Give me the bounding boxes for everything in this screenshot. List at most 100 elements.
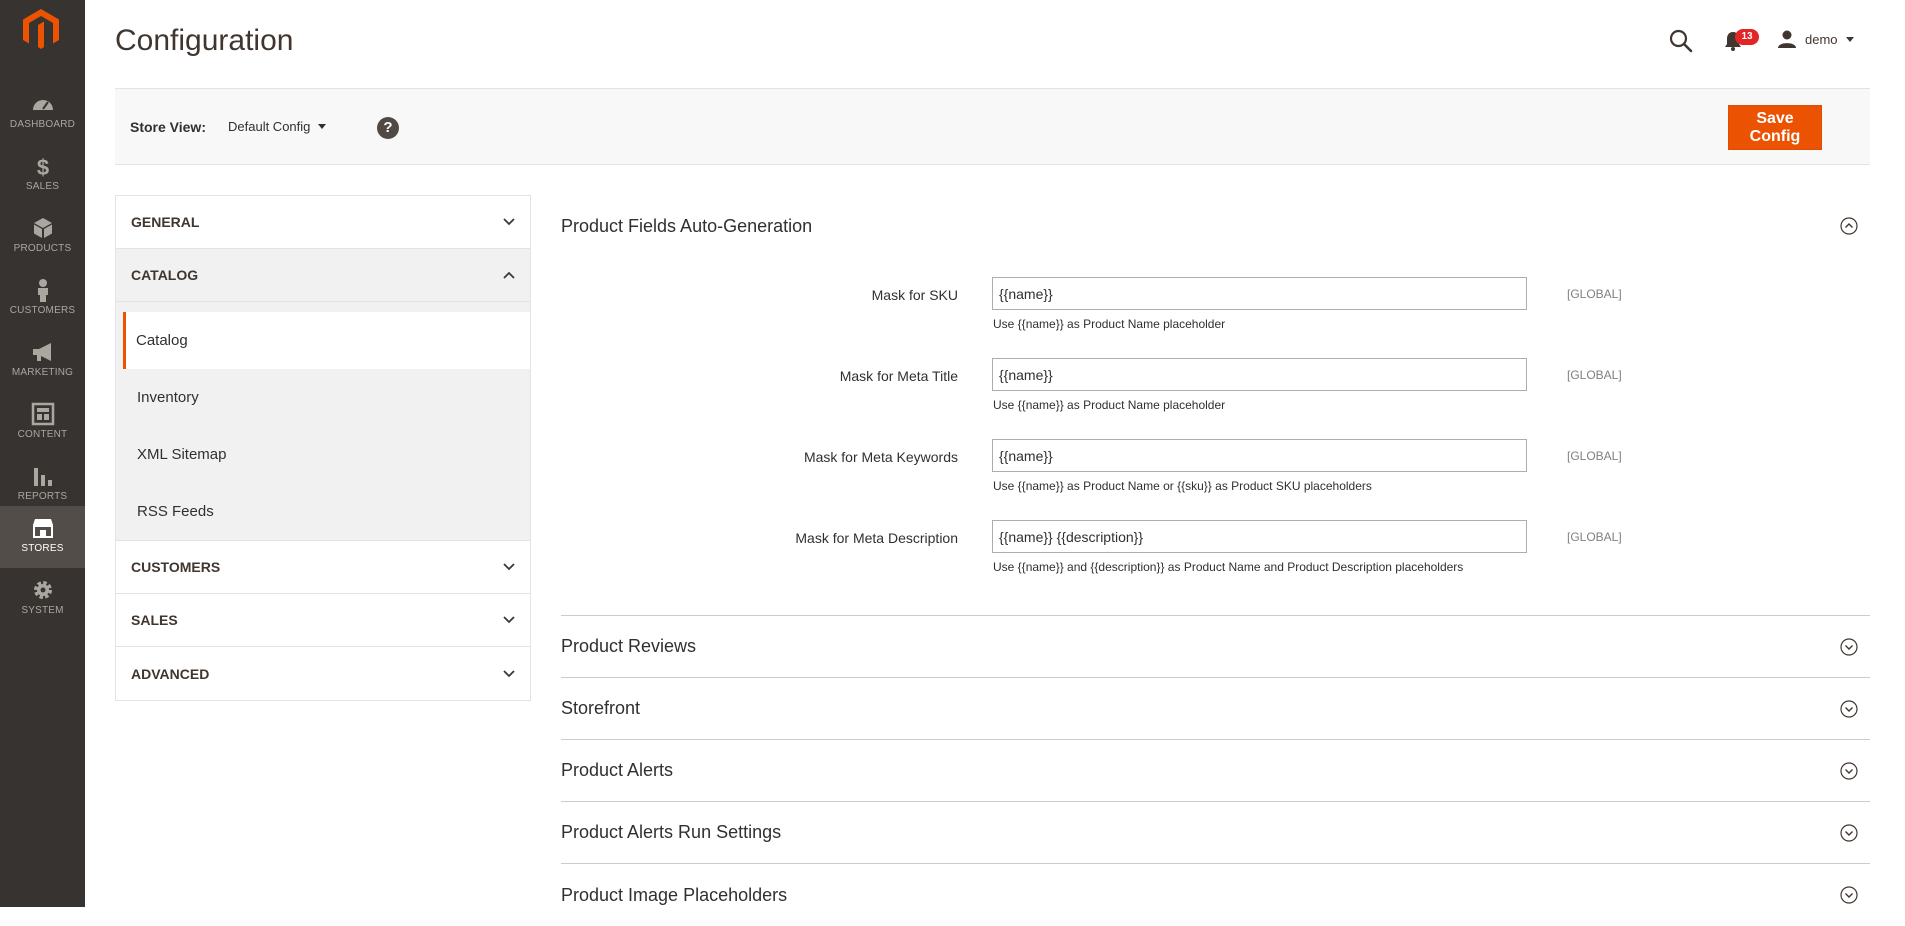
megaphone-icon	[32, 343, 51, 361]
page-title: Configuration	[115, 24, 294, 57]
nav-item-products[interactable]: PRODUCTS	[0, 206, 85, 268]
mask-sku-input[interactable]	[992, 277, 1527, 310]
scope-label: [GLOBAL]	[1567, 530, 1622, 544]
nav-label: SYSTEM	[21, 605, 64, 616]
field-mask-meta-description: Mask for Meta Description Use {{name}} a…	[561, 520, 1870, 601]
section-fields: Mask for SKU Use {{name}} as Product Nam…	[561, 257, 1870, 616]
tab-label: CATALOG	[131, 267, 199, 283]
scope-label: [GLOBAL]	[1567, 449, 1622, 463]
catalog-subitems: Catalog Inventory XML Sitemap RSS Feeds	[116, 302, 530, 541]
tab-label: ADVANCED	[131, 665, 210, 682]
field-label: Mask for Meta Description	[795, 530, 958, 546]
section-product-image-placeholders[interactable]: Product Image Placeholders	[561, 864, 1870, 926]
notification-badge[interactable]: 13	[1735, 29, 1759, 45]
config-content: Product Fields Auto-Generation Mask for …	[561, 195, 1870, 926]
chevron-down-icon	[318, 124, 327, 129]
nav-label: CUSTOMERS	[9, 305, 76, 316]
tab-advanced[interactable]: ADVANCED	[116, 647, 530, 700]
field-label: Mask for Meta Title	[839, 368, 958, 384]
field-note: Use {{name}} as Product Name placeholder	[993, 398, 1226, 412]
section-title: Product Image Placeholders	[561, 884, 788, 905]
expand-icon	[1840, 886, 1858, 904]
nav-label: REPORTS	[17, 491, 68, 502]
magento-logo-icon[interactable]	[20, 7, 62, 51]
expand-icon	[1840, 761, 1858, 780]
field-note: Use {{name}} as Product Name placeholder	[993, 317, 1226, 331]
section-title: Product Reviews	[561, 636, 697, 656]
tab-sales[interactable]: SALES	[116, 594, 530, 647]
chevron-down-icon	[1845, 36, 1854, 42]
layout-icon	[31, 402, 54, 426]
store-view-value: Default Config	[228, 119, 311, 134]
tab-catalog[interactable]: CATALOG	[116, 249, 530, 302]
section-product-fields-auto-generation[interactable]: Product Fields Auto-Generation	[561, 195, 1870, 257]
mask-meta-keywords-input[interactable]	[992, 439, 1527, 472]
help-icon[interactable]: ?	[377, 117, 399, 139]
section-title: Product Alerts Run Settings	[561, 822, 782, 842]
field-note: Use {{name}} and {{description}} as Prod…	[993, 560, 1464, 574]
bar-chart-icon	[33, 468, 52, 486]
tab-label: CUSTOMERS	[131, 559, 221, 575]
scope-label: [GLOBAL]	[1567, 287, 1622, 301]
field-mask-meta-title: Mask for Meta Title Use {{name}} as Prod…	[561, 358, 1870, 439]
nav-item-system[interactable]: SYSTEM	[0, 568, 85, 630]
save-config-button[interactable]: Save Config	[1728, 105, 1822, 150]
store-icon	[32, 519, 53, 538]
field-mask-sku: Mask for SKU Use {{name}} as Product Nam…	[561, 277, 1870, 358]
section-title: Product Fields Auto-Generation	[561, 215, 813, 236]
nav-label: MARKETING	[11, 367, 74, 378]
tab-label: SALES	[131, 612, 178, 628]
dollar-icon: $	[36, 155, 48, 178]
nav-item-sales[interactable]: $ SALES	[0, 144, 85, 206]
config-tabs: GENERAL CATALOG Catalog Inventory XML Si…	[115, 195, 531, 701]
section-product-alerts[interactable]: Product Alerts	[561, 740, 1870, 802]
store-view-switcher[interactable]: Default Config	[228, 119, 327, 134]
gear-icon	[33, 581, 52, 599]
search-icon[interactable]	[1668, 28, 1694, 54]
user-icon	[1778, 30, 1796, 48]
nav-item-customers[interactable]: CUSTOMERS	[0, 268, 85, 330]
admin-nav: DASHBOARD $ SALES PRODUCTS CUSTOMERS MAR…	[0, 0, 85, 907]
chevron-down-icon	[503, 616, 515, 624]
nav-label: STORES	[21, 543, 64, 554]
nav-label: CONTENT	[17, 429, 68, 440]
nav-label: PRODUCTS	[13, 243, 72, 254]
tab-item-catalog[interactable]: Catalog	[123, 312, 530, 369]
chevron-down-icon	[503, 218, 515, 226]
mask-meta-description-input[interactable]	[992, 520, 1527, 553]
svg-text:$: $	[36, 155, 48, 178]
mask-meta-title-input[interactable]	[992, 358, 1527, 391]
nav-label: DASHBOARD	[9, 119, 76, 130]
nav-label: SALES	[25, 181, 60, 192]
user-name: demo	[1805, 31, 1838, 47]
expand-icon	[1840, 637, 1858, 656]
expand-icon	[1840, 699, 1858, 718]
tab-customers[interactable]: CUSTOMERS	[116, 541, 530, 594]
field-label: Mask for Meta Keywords	[803, 449, 958, 465]
user-menu[interactable]: demo	[1777, 28, 1854, 50]
expand-icon	[1840, 823, 1858, 842]
chevron-down-icon	[503, 563, 515, 571]
section-product-alerts-run-settings[interactable]: Product Alerts Run Settings	[561, 802, 1870, 864]
box-icon	[33, 218, 52, 238]
tab-item-inventory[interactable]: Inventory	[116, 369, 530, 426]
store-view-label: Store View:	[130, 119, 206, 135]
section-title: Storefront	[561, 698, 641, 718]
chevron-down-icon	[503, 669, 515, 677]
person-icon	[37, 279, 48, 302]
nav-item-stores[interactable]: STORES	[0, 506, 85, 568]
nav-item-dashboard[interactable]: DASHBOARD	[0, 82, 85, 144]
store-view-bar: Store View: Default Config ? Save Config	[115, 88, 1870, 165]
nav-item-content[interactable]: CONTENT	[0, 392, 85, 454]
tab-label: GENERAL	[131, 214, 200, 230]
tab-item-xml-sitemap[interactable]: XML Sitemap	[116, 426, 530, 483]
field-label: Mask for SKU	[871, 287, 958, 303]
field-note: Use {{name}} as Product Name or {{sku}} …	[993, 479, 1372, 493]
section-product-reviews[interactable]: Product Reviews	[561, 616, 1870, 678]
field-mask-meta-keywords: Mask for Meta Keywords Use {{name}} as P…	[561, 439, 1870, 520]
tab-general[interactable]: GENERAL	[116, 196, 530, 249]
nav-item-marketing[interactable]: MARKETING	[0, 330, 85, 392]
scope-label: [GLOBAL]	[1567, 368, 1622, 382]
section-storefront[interactable]: Storefront	[561, 678, 1870, 740]
tab-item-rss-feeds[interactable]: RSS Feeds	[116, 483, 530, 540]
